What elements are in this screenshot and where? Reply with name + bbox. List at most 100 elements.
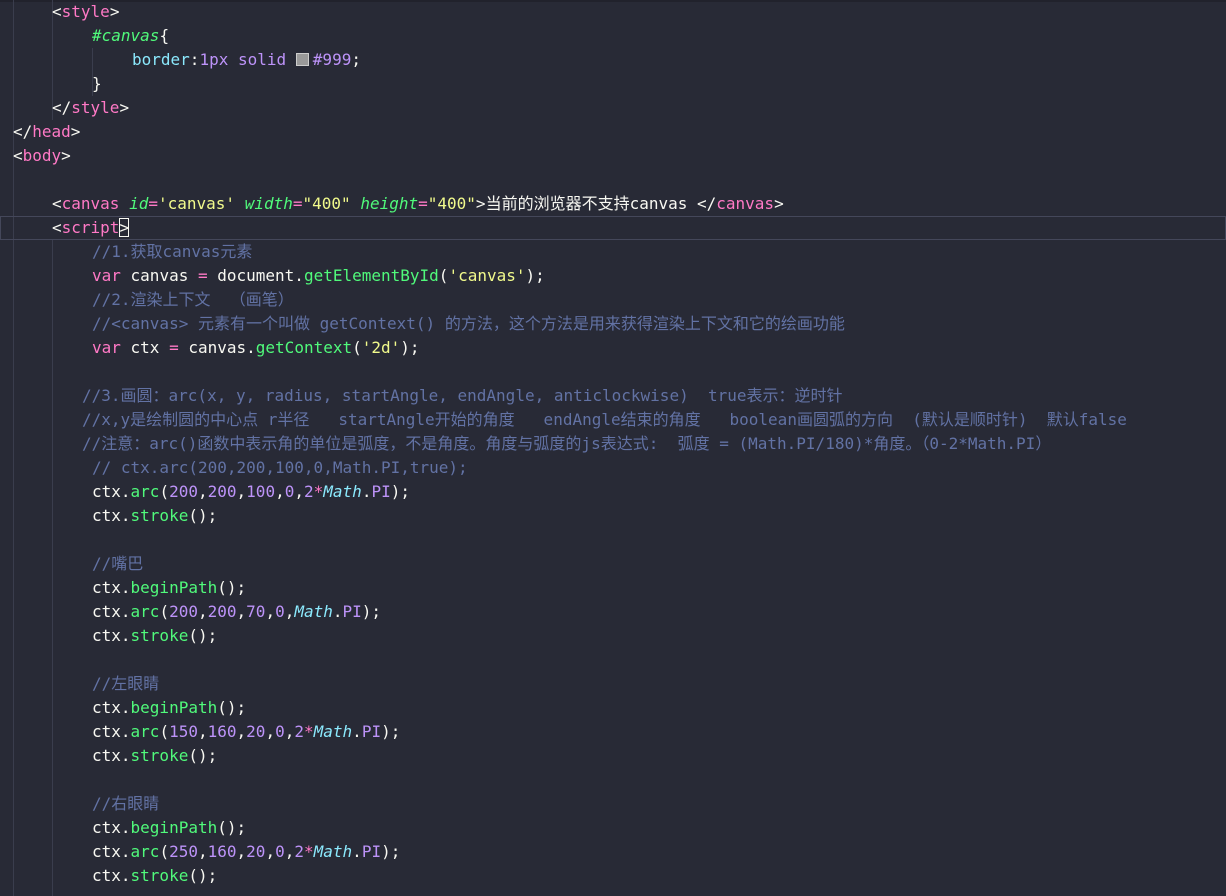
code-line-content: //左眼睛 (92, 672, 159, 696)
code-token: , (197, 842, 208, 861)
code-line-content: ctx.arc(150,160,20,0,2*Math.PI); (92, 720, 400, 744)
code-editor[interactable]: <style> #canvas{border:1px solid #999;} </… (0, 0, 1226, 896)
code-line[interactable]: #canvas{ (0, 24, 1226, 48)
code-token: //3.画圆：arc(x, y, radius, startAngle, end… (82, 386, 843, 405)
code-line[interactable]: ctx.arc(200,200,70,0,Math.PI); (0, 600, 1226, 624)
code-line[interactable]: //3.画圆：arc(x, y, radius, startAngle, end… (0, 384, 1226, 408)
code-line-content: <body> (13, 144, 71, 168)
code-line[interactable]: <body> (0, 144, 1226, 168)
code-line[interactable]: ctx.beginPath(); (0, 696, 1226, 720)
code-line[interactable]: //注意：arc()函数中表示角的单位是弧度，不是角度。角度与弧度的js表达式:… (0, 432, 1226, 456)
code-token: arc (130, 602, 160, 621)
code-token: stroke (130, 626, 189, 645)
code-token: //x,y是绘制圆的中心点 r半径 startAngle开始的角度 endAng… (82, 410, 1127, 429)
code-token: //嘴巴 (92, 554, 144, 573)
code-line-content: <style> (52, 0, 119, 24)
code-line[interactable]: ctx.stroke(); (0, 744, 1226, 768)
code-token: < (13, 146, 23, 165)
code-token: 0 (284, 482, 295, 501)
code-line[interactable] (0, 168, 1226, 192)
code-token: Math (323, 482, 362, 501)
code-line-content: //1.获取canvas元素 (92, 240, 252, 264)
code-line[interactable]: <style> (0, 0, 1226, 24)
code-token: , (275, 482, 285, 501)
code-token: style (61, 2, 110, 21)
code-line[interactable]: <script> (0, 216, 1226, 240)
code-token: ctx. (92, 746, 131, 765)
code-token: ctx (120, 338, 170, 357)
code-token: = (197, 266, 208, 285)
code-line[interactable]: //<canvas> 元素有一个叫做 getContext() 的方法，这个方法… (0, 312, 1226, 336)
code-line[interactable]: } (0, 72, 1226, 96)
code-token: 1px (199, 50, 229, 69)
code-token: var (92, 338, 121, 357)
code-line[interactable]: ctx.beginPath(); (0, 576, 1226, 600)
code-line[interactable]: ctx.stroke(); (0, 624, 1226, 648)
code-token: (); (188, 746, 218, 765)
code-token: , (197, 722, 208, 741)
code-token: arc (130, 722, 160, 741)
code-token: ); (390, 482, 410, 501)
code-token: 160 (207, 842, 237, 861)
code-line[interactable]: <canvas id='canvas' width="400" height="… (0, 192, 1226, 216)
code-line[interactable]: //嘴巴 (0, 552, 1226, 576)
code-line[interactable]: ctx.arc(250,160,20,0,2*Math.PI); (0, 840, 1226, 864)
code-token: var (92, 266, 121, 285)
code-line[interactable] (0, 648, 1226, 672)
code-token: arc (130, 842, 160, 861)
code-token: 200 (207, 602, 237, 621)
code-line[interactable]: //1.获取canvas元素 (0, 240, 1226, 264)
code-line-content: #canvas{ (92, 24, 169, 48)
code-token: . (352, 722, 362, 741)
code-line[interactable]: ctx.stroke(); (0, 504, 1226, 528)
code-token: , (236, 842, 247, 861)
bracket-match-highlight: > (119, 218, 130, 237)
code-line[interactable]: //左眼睛 (0, 672, 1226, 696)
code-line[interactable]: ctx.beginPath(); (0, 816, 1226, 840)
code-token: canvas (716, 194, 775, 213)
code-line-content: ctx.stroke(); (92, 864, 217, 888)
code-token: style (71, 98, 120, 117)
code-token: 150 (169, 722, 198, 741)
code-token: > (70, 122, 81, 141)
code-token: getElementById (303, 266, 439, 285)
code-line[interactable]: </style> (0, 96, 1226, 120)
code-token: "400" (427, 194, 476, 213)
code-token: { (159, 26, 170, 45)
code-token: > (119, 98, 130, 117)
code-line[interactable]: var canvas = document.getElementById('ca… (0, 264, 1226, 288)
code-line-content: //注意：arc()函数中表示角的单位是弧度，不是角度。角度与弧度的js表达式:… (82, 432, 1051, 456)
code-line[interactable] (0, 360, 1226, 384)
code-line[interactable]: ctx.arc(150,160,20,0,2*Math.PI); (0, 720, 1226, 744)
code-token: , (197, 482, 208, 501)
code-line[interactable]: ctx.stroke(); (0, 864, 1226, 888)
code-line[interactable]: ctx.arc(200,200,100,0,2*Math.PI); (0, 480, 1226, 504)
code-token: , (236, 602, 247, 621)
code-line-content: ctx.stroke(); (92, 744, 217, 768)
code-token: ctx. (92, 602, 131, 621)
code-token: (); (188, 506, 218, 525)
code-token: } (92, 74, 102, 93)
code-line[interactable]: </head> (0, 120, 1226, 144)
code-token: ); (525, 266, 545, 285)
code-line[interactable] (0, 528, 1226, 552)
code-line[interactable]: border:1px solid #999; (0, 48, 1226, 72)
code-line[interactable]: //x,y是绘制圆的中心点 r半径 startAngle开始的角度 endAng… (0, 408, 1226, 432)
code-token: 2 (294, 842, 304, 861)
code-line[interactable]: // ctx.arc(200,200,100,0,Math.PI,true); (0, 456, 1226, 480)
code-line-content: var canvas = document.getElementById('ca… (92, 264, 545, 288)
code-line[interactable]: //右眼睛 (0, 792, 1226, 816)
code-line[interactable]: //2.渲染上下文 （画笔） (0, 288, 1226, 312)
code-token: beginPath (130, 578, 218, 597)
code-token: script (61, 218, 120, 237)
color-swatch-icon[interactable] (295, 53, 309, 66)
code-token: > (61, 146, 71, 165)
code-token: PI (371, 482, 391, 501)
code-line[interactable]: var ctx = canvas.getContext('2d'); (0, 336, 1226, 360)
code-line[interactable] (0, 768, 1226, 792)
code-token: ctx. (92, 506, 131, 525)
